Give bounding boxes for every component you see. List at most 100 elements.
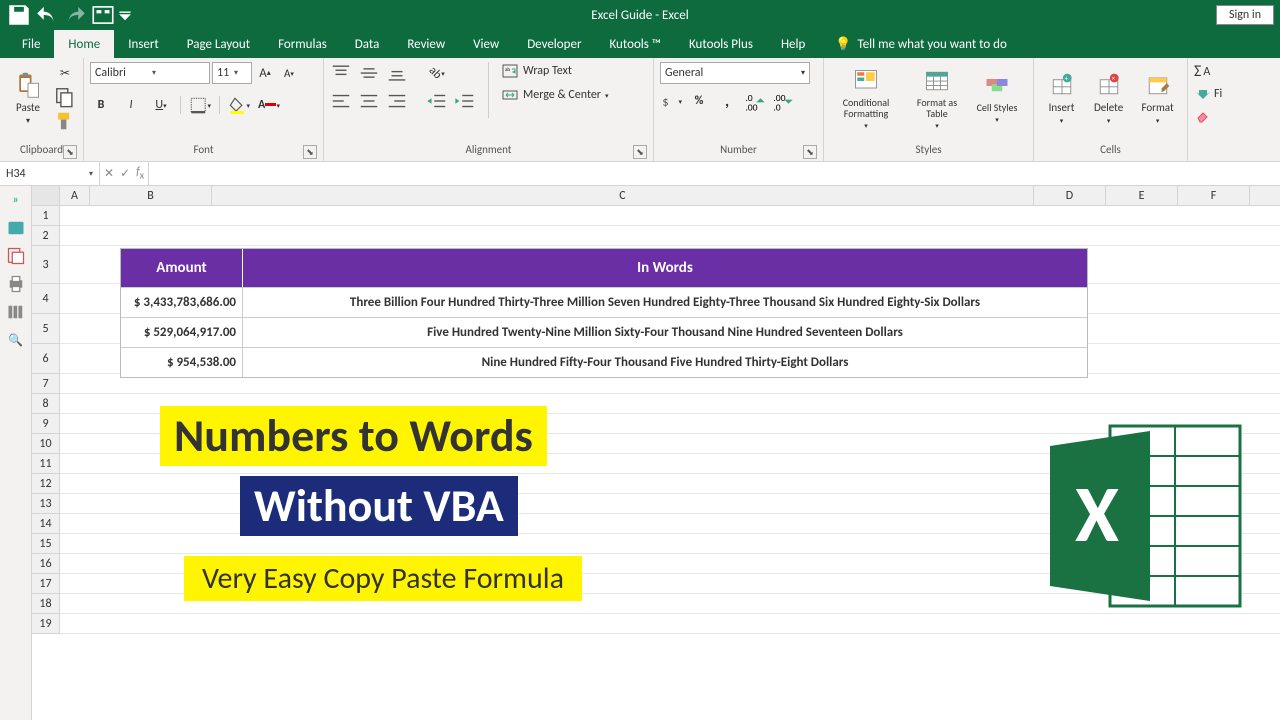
clear-button[interactable] (1194, 107, 1212, 125)
cell-amount[interactable]: $ 529,064,917.00 (121, 318, 243, 347)
insert-cells-button[interactable]: + Insert▾ (1040, 62, 1083, 134)
tell-me[interactable]: 💡 Tell me what you want to do (819, 30, 1007, 58)
tab-view[interactable]: View (459, 30, 513, 58)
align-top-icon[interactable] (330, 62, 352, 84)
save-icon[interactable] (6, 3, 32, 27)
number-launcher-icon[interactable]: ⬊ (803, 145, 817, 159)
cancel-formula-icon[interactable]: ✕ (104, 166, 114, 181)
percent-icon[interactable]: % (688, 90, 710, 112)
format-cells-button[interactable]: Format▾ (1134, 62, 1181, 134)
row-header[interactable]: 16 (32, 554, 60, 574)
fill-color-icon[interactable]: ▾ (228, 94, 250, 116)
row-header[interactable]: 1 (32, 206, 60, 226)
row-header[interactable]: 17 (32, 574, 60, 594)
tab-file[interactable]: File (8, 30, 54, 58)
sidebar-print-icon[interactable] (6, 274, 26, 294)
row-header[interactable]: 7 (32, 374, 60, 394)
underline-button[interactable]: U▾ (150, 94, 172, 116)
fx-icon[interactable]: fx (136, 165, 144, 181)
col-header-f[interactable]: F (1178, 186, 1250, 205)
align-center-icon[interactable] (358, 90, 380, 112)
row-header[interactable]: 19 (32, 614, 60, 634)
row-header[interactable]: 9 (32, 414, 60, 434)
row-header[interactable]: 12 (32, 474, 60, 494)
col-header-e[interactable]: E (1106, 186, 1178, 205)
col-header-c[interactable]: C (212, 186, 1034, 205)
wrap-text-button[interactable]: ab Wrap Text (501, 62, 609, 80)
cell-styles-button[interactable]: Cell Styles▾ (972, 62, 1022, 134)
tab-help[interactable]: Help (767, 30, 819, 58)
merge-center-button[interactable]: Merge & Center ▾ (501, 86, 609, 104)
delete-cells-button[interactable]: × Delete▾ (1087, 62, 1130, 134)
row-header[interactable]: 14 (32, 514, 60, 534)
cut-icon[interactable]: ✂ (54, 62, 76, 84)
font-color-icon[interactable]: A▾ (258, 94, 280, 116)
decrease-font-icon[interactable]: A▾ (278, 62, 300, 84)
tab-kutools-plus[interactable]: Kutools Plus (675, 30, 767, 58)
col-header-b[interactable]: B (90, 186, 212, 205)
sign-in-button[interactable]: Sign in (1216, 5, 1274, 25)
cell-words[interactable]: Nine Hundred Fifty-Four Thousand Five Hu… (243, 348, 1087, 377)
row-header[interactable]: 15 (32, 534, 60, 554)
increase-decimal-icon[interactable]: .0.00 (744, 90, 766, 112)
row-header[interactable]: 11 (32, 454, 60, 474)
increase-indent-icon[interactable] (454, 90, 476, 112)
sidebar-columns-icon[interactable] (6, 302, 26, 322)
sidebar-workbook-icon[interactable] (6, 218, 26, 238)
name-box[interactable]: H34▾ (0, 162, 100, 185)
col-header-a[interactable]: A (60, 186, 90, 205)
row-header[interactable]: 6 (32, 344, 60, 374)
copy-icon[interactable] (54, 86, 76, 108)
tab-review[interactable]: Review (393, 30, 459, 58)
bold-button[interactable]: B (90, 94, 112, 116)
comma-icon[interactable]: , (716, 90, 738, 112)
alignment-launcher-icon[interactable]: ⬊ (633, 145, 647, 159)
sidebar-sheets-icon[interactable] (6, 246, 26, 266)
border-icon[interactable]: ▾ (189, 94, 211, 116)
select-all-corner[interactable] (32, 186, 60, 205)
conditional-formatting-button[interactable]: Conditional Formatting▾ (830, 62, 902, 134)
sidebar-find-icon[interactable]: 🔍 (6, 330, 26, 350)
cell-amount[interactable]: $ 954,538.00 (121, 348, 243, 377)
tab-home[interactable]: Home (54, 30, 114, 58)
font-size-combo[interactable]: 11▾ (212, 62, 252, 84)
align-bottom-icon[interactable] (386, 62, 408, 84)
sidebar-expand-icon[interactable]: » (6, 190, 26, 210)
row-header[interactable]: 5 (32, 314, 60, 344)
tab-developer[interactable]: Developer (513, 30, 595, 58)
format-as-table-button[interactable]: Format as Table▾ (906, 62, 968, 134)
tab-formulas[interactable]: Formulas (264, 30, 341, 58)
accounting-format-icon[interactable]: $▾ (660, 90, 682, 112)
number-format-combo[interactable]: General▾ (660, 62, 810, 84)
row-header[interactable]: 4 (32, 284, 60, 314)
paste-button[interactable]: Paste ▾ (6, 62, 50, 134)
italic-button[interactable]: I (120, 94, 142, 116)
tab-insert[interactable]: Insert (114, 30, 173, 58)
tab-page-layout[interactable]: Page Layout (173, 30, 264, 58)
font-launcher-icon[interactable]: ⬊ (303, 145, 317, 159)
undo-icon[interactable] (34, 3, 60, 27)
row-header[interactable]: 10 (32, 434, 60, 454)
tab-kutools[interactable]: Kutools ™ (595, 30, 675, 58)
autosum-button[interactable]: Σ A (1194, 62, 1210, 81)
tab-data[interactable]: Data (341, 30, 394, 58)
formula-input[interactable] (149, 162, 1280, 185)
enter-formula-icon[interactable]: ✓ (120, 166, 130, 181)
align-right-icon[interactable] (386, 90, 408, 112)
qat-customize-icon[interactable] (118, 3, 132, 27)
row-header[interactable]: 8 (32, 394, 60, 414)
row-header[interactable]: 18 (32, 594, 60, 614)
align-left-icon[interactable] (330, 90, 352, 112)
touch-mode-icon[interactable] (90, 3, 116, 27)
col-header-d[interactable]: D (1034, 186, 1106, 205)
orientation-icon[interactable]: ab▾ (426, 62, 448, 84)
fill-button[interactable]: Fi (1194, 85, 1222, 103)
decrease-indent-icon[interactable] (426, 90, 448, 112)
decrease-decimal-icon[interactable]: .00.0 (772, 90, 794, 112)
cell-words[interactable]: Five Hundred Twenty-Nine Million Sixty-F… (243, 318, 1087, 347)
format-painter-icon[interactable] (54, 110, 76, 132)
redo-icon[interactable] (62, 3, 88, 27)
row-header[interactable]: 13 (32, 494, 60, 514)
font-name-combo[interactable]: Calibri▾ (90, 62, 210, 84)
cell-words[interactable]: Three Billion Four Hundred Thirty-Three … (243, 288, 1087, 317)
